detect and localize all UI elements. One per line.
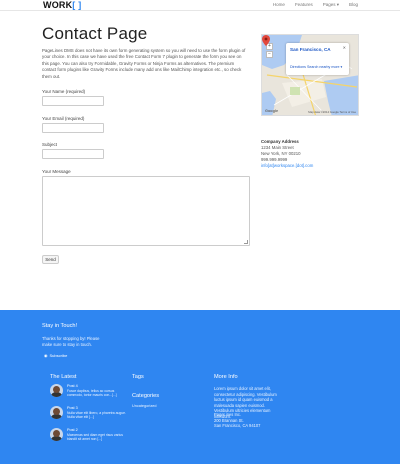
- page-title: Contact Page: [42, 24, 148, 43]
- post-excerpt: Maecenas sed diam eget risus varius blan…: [67, 432, 123, 442]
- stay-in-touch-text: Thanks for stopping by! Please make sure…: [42, 336, 100, 347]
- email-input[interactable]: [42, 123, 104, 133]
- rss-icon: ◉: [44, 353, 48, 358]
- message-label: Your Message: [42, 169, 71, 174]
- subscribe-label: Subscribe: [49, 353, 68, 358]
- subscribe-link[interactable]: ◉ Subscribe: [44, 353, 67, 358]
- address-email-link[interactable]: info[at]workspace.[dot].com: [261, 163, 313, 169]
- close-icon[interactable]: ✕: [343, 45, 346, 50]
- more-info-title: More Info: [214, 374, 238, 380]
- map-zoom-controls: + −: [266, 43, 276, 65]
- subject-label: Subject: [42, 142, 58, 147]
- stay-in-touch-title: Stay in Touch!: [42, 323, 78, 329]
- nav-links: Home Features Pages ▾ Blog: [273, 2, 358, 8]
- map-popup-links[interactable]: Directions Search nearby more ▾: [290, 65, 342, 69]
- message-textarea[interactable]: [42, 176, 250, 246]
- subject-input[interactable]: [42, 149, 104, 159]
- email-label: Your Email (required): [42, 116, 85, 121]
- intro-paragraph: PageLines DMS does not have its own form…: [42, 48, 246, 79]
- top-navbar: WORK[ ] Home Features Pages ▾ Blog: [0, 0, 400, 11]
- map-info-window: San Francisco, CA Directions Search near…: [286, 43, 349, 75]
- list-item[interactable]: Post 4 Fusce dapibus, tellus ac cursus c…: [50, 384, 127, 398]
- google-logo: Google: [265, 109, 279, 113]
- footer-address-line: San Francisco, CA 94107: [214, 423, 261, 429]
- company-address: Company Address 1234 Main Street New Yor…: [261, 139, 313, 169]
- google-map[interactable]: + − San Francisco, CA Directions Search …: [261, 34, 359, 116]
- map-terms[interactable]: Map data ©2014 Google Terms of Use: [308, 110, 356, 114]
- tags-title: Tags: [132, 374, 144, 380]
- name-label: Your Name (required): [42, 89, 86, 94]
- avatar: [50, 384, 63, 397]
- site-footer: Stay in Touch! Thanks for stopping by! P…: [0, 310, 400, 464]
- avatar: [50, 428, 63, 441]
- latest-title: The Latest: [50, 374, 77, 380]
- resize-grip-icon[interactable]: [244, 240, 248, 244]
- site-logo[interactable]: WORK[ ]: [43, 0, 81, 10]
- map-pin-icon[interactable]: [262, 35, 270, 46]
- post-excerpt: Nulla vitae elit libero, a pharetra augu…: [67, 410, 126, 420]
- nav-link-blog[interactable]: Blog: [349, 2, 358, 8]
- categories-title: Categories: [132, 393, 160, 399]
- category-link[interactable]: Uncategorized: [132, 404, 156, 408]
- map-city-label[interactable]: San Francisco, CA: [290, 47, 345, 52]
- zoom-out-icon[interactable]: −: [266, 51, 273, 58]
- nav-link-pages[interactable]: Pages ▾: [323, 2, 339, 8]
- list-item[interactable]: Post 2 Maecenas sed diam eget risus vari…: [50, 428, 127, 442]
- post-excerpt: Fusce dapibus, tellus ac cursus commodo,…: [67, 388, 117, 398]
- nav-link-features[interactable]: Features: [295, 2, 313, 8]
- logo-text: WORK: [43, 0, 73, 10]
- logo-brackets: [ ]: [72, 0, 82, 10]
- send-button[interactable]: Send: [42, 255, 59, 264]
- list-item[interactable]: Post 3 Nulla vitae elit libero, a pharet…: [50, 406, 127, 420]
- avatar: [50, 406, 63, 419]
- footer-address: PageLines Inc. 200 Brannan St. San Franc…: [214, 412, 274, 429]
- nav-link-home[interactable]: Home: [273, 2, 285, 8]
- name-input[interactable]: [42, 96, 104, 106]
